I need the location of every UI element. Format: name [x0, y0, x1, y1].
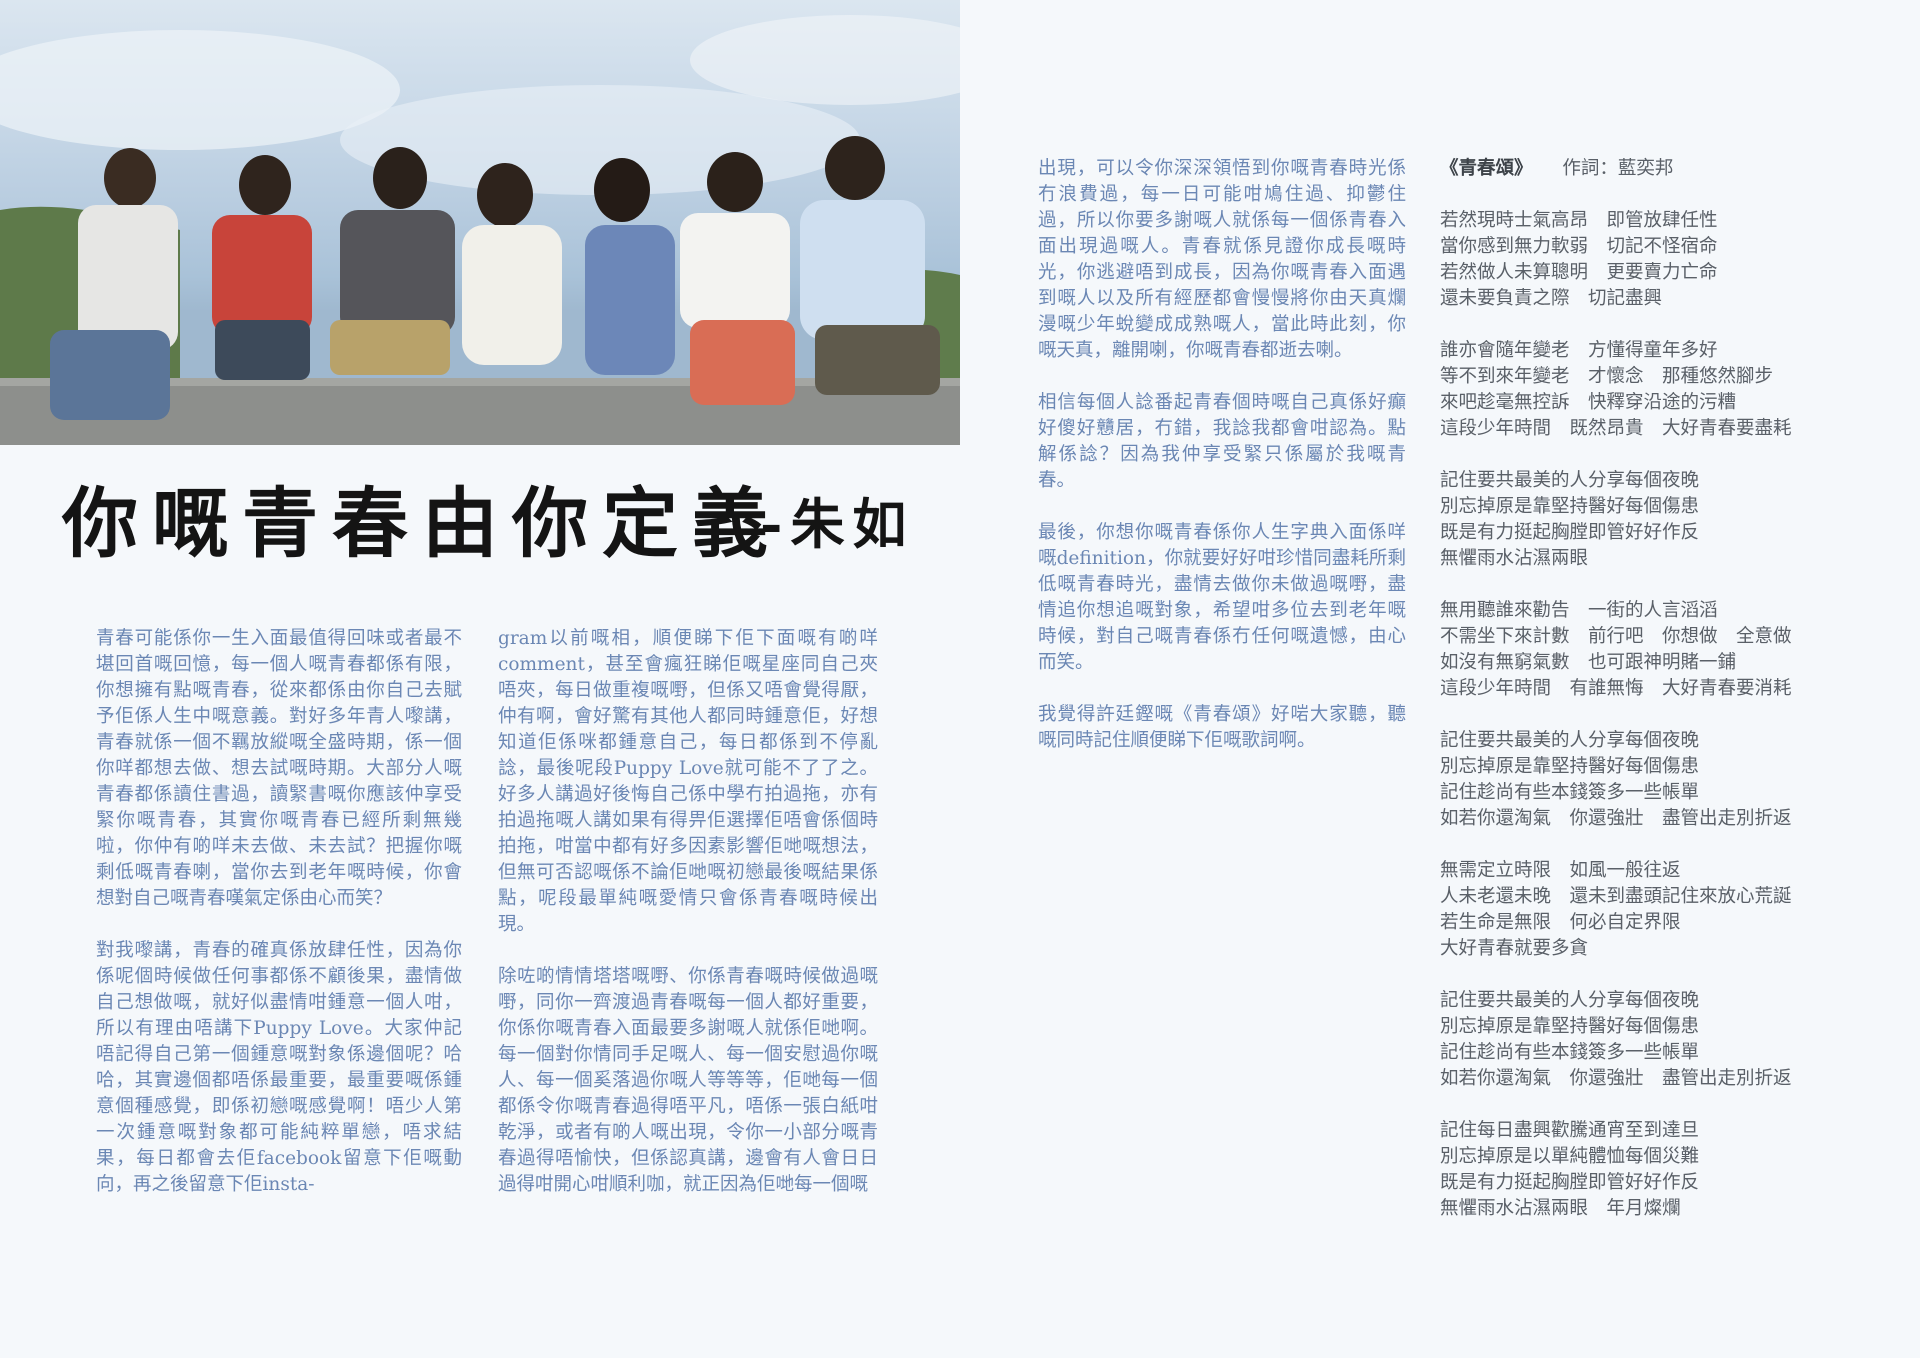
lyrics-stanza: 若然現時士氣高昂 即管放肆任性 當你感到無力軟弱 切記不怪宿命 若然做人未算聰明 更… — [1440, 208, 1860, 312]
lyrics-stanza: 記住要共最美的人分享每個夜晚 別忘掉原是靠堅持醫好每個傷患 既是有力挺起胸膛即管好好… — [1440, 468, 1860, 572]
group-photo — [0, 0, 960, 445]
lyrics-line: 別忘掉原是靠堅持醫好每個傷患 — [1440, 496, 1700, 517]
paragraph: 出現，可以令你深深領悟到你嘅青春時光係冇浪費過，每一日可能咁鳩住過、抑鬱住過，所… — [1038, 158, 1406, 361]
lyrics-line: 記住趁尚有些本錢簽多一些帳單 — [1440, 782, 1700, 803]
lyrics-line: 不需坐下來計數 前行吧 你想做 全意做 — [1440, 626, 1792, 647]
lyrics-stanza: 記住每日盡興歡騰通宵至到達旦 別忘掉原是以單純體恤每個災難 既是有力挺起胸膛即管好好… — [1440, 1118, 1860, 1222]
lyrics-line: 無用聽誰來勸告 一街的人言滔滔 — [1440, 600, 1718, 621]
lyrics-line: 大好青春就要多貪 — [1440, 938, 1589, 959]
lyrics-line: 無懼雨水沾濕兩眼 年月燦爛 — [1440, 1198, 1681, 1219]
article-title: 你嘅青春由你定義 — [62, 479, 782, 568]
paragraph: 我覺得許廷鏗嘅《青春頌》好啱大家聽，聽嘅同時記住順便睇下佢嘅歌詞啊。 — [1038, 704, 1406, 751]
paragraph: 對我嚟講，青春的確真係放肆任性，因為你係呢個時候做任何事都係不顧後果，盡情做自己… — [96, 940, 462, 1195]
lyrics-line: 別忘掉原是靠堅持醫好每個傷患 — [1440, 1016, 1700, 1037]
song-title: 《青春頌》 — [1440, 158, 1533, 179]
lyrics-stanza: 記住要共最美的人分享每個夜晚 別忘掉原是靠堅持醫好每個傷患 記住趁尚有些本錢簽多一些… — [1440, 988, 1860, 1092]
lyrics-line: 既是有力挺起胸膛即管好好作反 — [1440, 522, 1700, 543]
article-column-2: gram以前嘅相，順便睇下佢下面嘅有啲咩comment，甚至會瘋狂睇佢嘅星座同自… — [498, 626, 878, 1224]
lyrics-line: 這段少年時間 既然昂貴 大好青春要盡耗 — [1440, 418, 1792, 439]
lyrics-line: 若然做人未算聰明 更要賣力亡命 — [1440, 262, 1718, 283]
lyrics-line: 這段少年時間 有誰無悔 大好青春要消耗 — [1440, 678, 1792, 699]
lyrics-header: 《青春頌》 作詞：藍奕邦 — [1440, 156, 1860, 182]
lyrics-line: 既是有力挺起胸膛即管好好作反 — [1440, 1172, 1700, 1193]
lyrics-line: 記住要共最美的人分享每個夜晚 — [1440, 730, 1700, 751]
lyrics-line: 別忘掉原是以單純體恤每個災難 — [1440, 1146, 1700, 1167]
magazine-spread: 你嘅青春由你定義 -朱如 青春可能係你一生入面最值得回味或者最不堪回首嘅回憶，每… — [0, 0, 1920, 1358]
lyrics-line: 人未老還未晚 還未到盡頭記住來放心荒誕 — [1440, 886, 1792, 907]
lyrics-line: 如沒有無窮氣數 也可跟神明賭一鋪 — [1440, 652, 1737, 673]
lyrics-line: 若然現時士氣高昂 即管放肆任性 — [1440, 210, 1718, 231]
lyrics-stanza: 記住要共最美的人分享每個夜晚 別忘掉原是靠堅持醫好每個傷患 記住趁尚有些本錢簽多一些… — [1440, 728, 1860, 832]
lyrics-line: 記住每日盡興歡騰通宵至到達旦 — [1440, 1120, 1700, 1141]
lyrics-line: 如若你還淘氣 你還強壯 盡管出走別折返 — [1440, 808, 1792, 829]
article-column-1: 青春可能係你一生入面最值得回味或者最不堪回首嘅回憶，每一個人嘅青春都係有限，你想… — [96, 626, 462, 1224]
lyrics-line: 無懼雨水沾濕兩眼 — [1440, 548, 1589, 569]
lyrics-line: 還未要負責之際 切記盡興 — [1440, 288, 1663, 309]
lyrics-stanzas: 若然現時士氣高昂 即管放肆任性 當你感到無力軟弱 切記不怪宿命 若然做人未算聰明 更… — [1440, 208, 1860, 1222]
article-column-3: 出現，可以令你深深領悟到你嘅青春時光係冇浪費過，每一日可能咁鳩住過、抑鬱住過，所… — [1038, 156, 1406, 780]
lyrics-line: 記住要共最美的人分享每個夜晚 — [1440, 470, 1700, 491]
lyrics-line: 無需定立時限 如風一般往返 — [1440, 860, 1681, 881]
lyrics-stanza: 無需定立時限 如風一般往返人未老還未晚 還未到盡頭記住來放心荒誕 若生命是無限 何… — [1440, 858, 1860, 962]
lyrics-line: 來吧趁毫無控訴 快釋穿沿途的污糟 — [1440, 392, 1737, 413]
lyrics-stanza: 誰亦會隨年變老 方懂得童年多好等不到來年變老 才懷念 那種悠然腳步 來吧趁毫無控訴… — [1440, 338, 1860, 442]
lyricist-credit: 作詞：藍奕邦 — [1562, 158, 1674, 179]
lyrics-line: 當你感到無力軟弱 切記不怪宿命 — [1440, 236, 1718, 257]
group-photo-illustration — [0, 15, 960, 445]
person-figures — [50, 136, 940, 420]
lyrics-column: 《青春頌》 作詞：藍奕邦 若然現時士氣高昂 即管放肆任性 當你感到無力軟弱 切記不… — [1440, 156, 1860, 1248]
lyrics-line: 記住要共最美的人分享每個夜晚 — [1440, 990, 1700, 1011]
article-author: -朱如 — [760, 492, 915, 556]
lyrics-line: 別忘掉原是靠堅持醫好每個傷患 — [1440, 756, 1700, 777]
paragraph: 除咗啲情情塔塔嘅嘢、你係青春嘅時候做過嘅嘢，同你一齊渡過青春嘅每一個人都好重要，… — [498, 966, 878, 1195]
lyrics-line: 如若你還淘氣 你還強壯 盡管出走別折返 — [1440, 1068, 1792, 1089]
paragraph: 最後，你想你嘅青春係你人生字典入面係咩嘅definition，你就要好好咁珍惜同… — [1038, 522, 1406, 673]
lyrics-line: 等不到來年變老 才懷念 那種悠然腳步 — [1440, 366, 1774, 387]
paragraph: gram以前嘅相，順便睇下佢下面嘅有啲咩comment，甚至會瘋狂睇佢嘅星座同自… — [498, 628, 878, 935]
lyrics-stanza: 無用聽誰來勸告 一街的人言滔滔不需坐下來計數 前行吧 你想做 全意做 如沒有無窮氣… — [1440, 598, 1860, 702]
paragraph: 相信每個人諗番起青春個時嘅自己真係好癲好傻好戇居，冇錯，我諗我都會咁認為。點解係… — [1038, 392, 1406, 491]
lyrics-line: 若生命是無限 何必自定界限 — [1440, 912, 1681, 933]
lyrics-line: 誰亦會隨年變老 方懂得童年多好 — [1440, 340, 1718, 361]
paragraph: 青春可能係你一生入面最值得回味或者最不堪回首嘅回憶，每一個人嘅青春都係有限，你想… — [96, 628, 462, 909]
lyrics-line: 記住趁尚有些本錢簽多一些帳單 — [1440, 1042, 1700, 1063]
